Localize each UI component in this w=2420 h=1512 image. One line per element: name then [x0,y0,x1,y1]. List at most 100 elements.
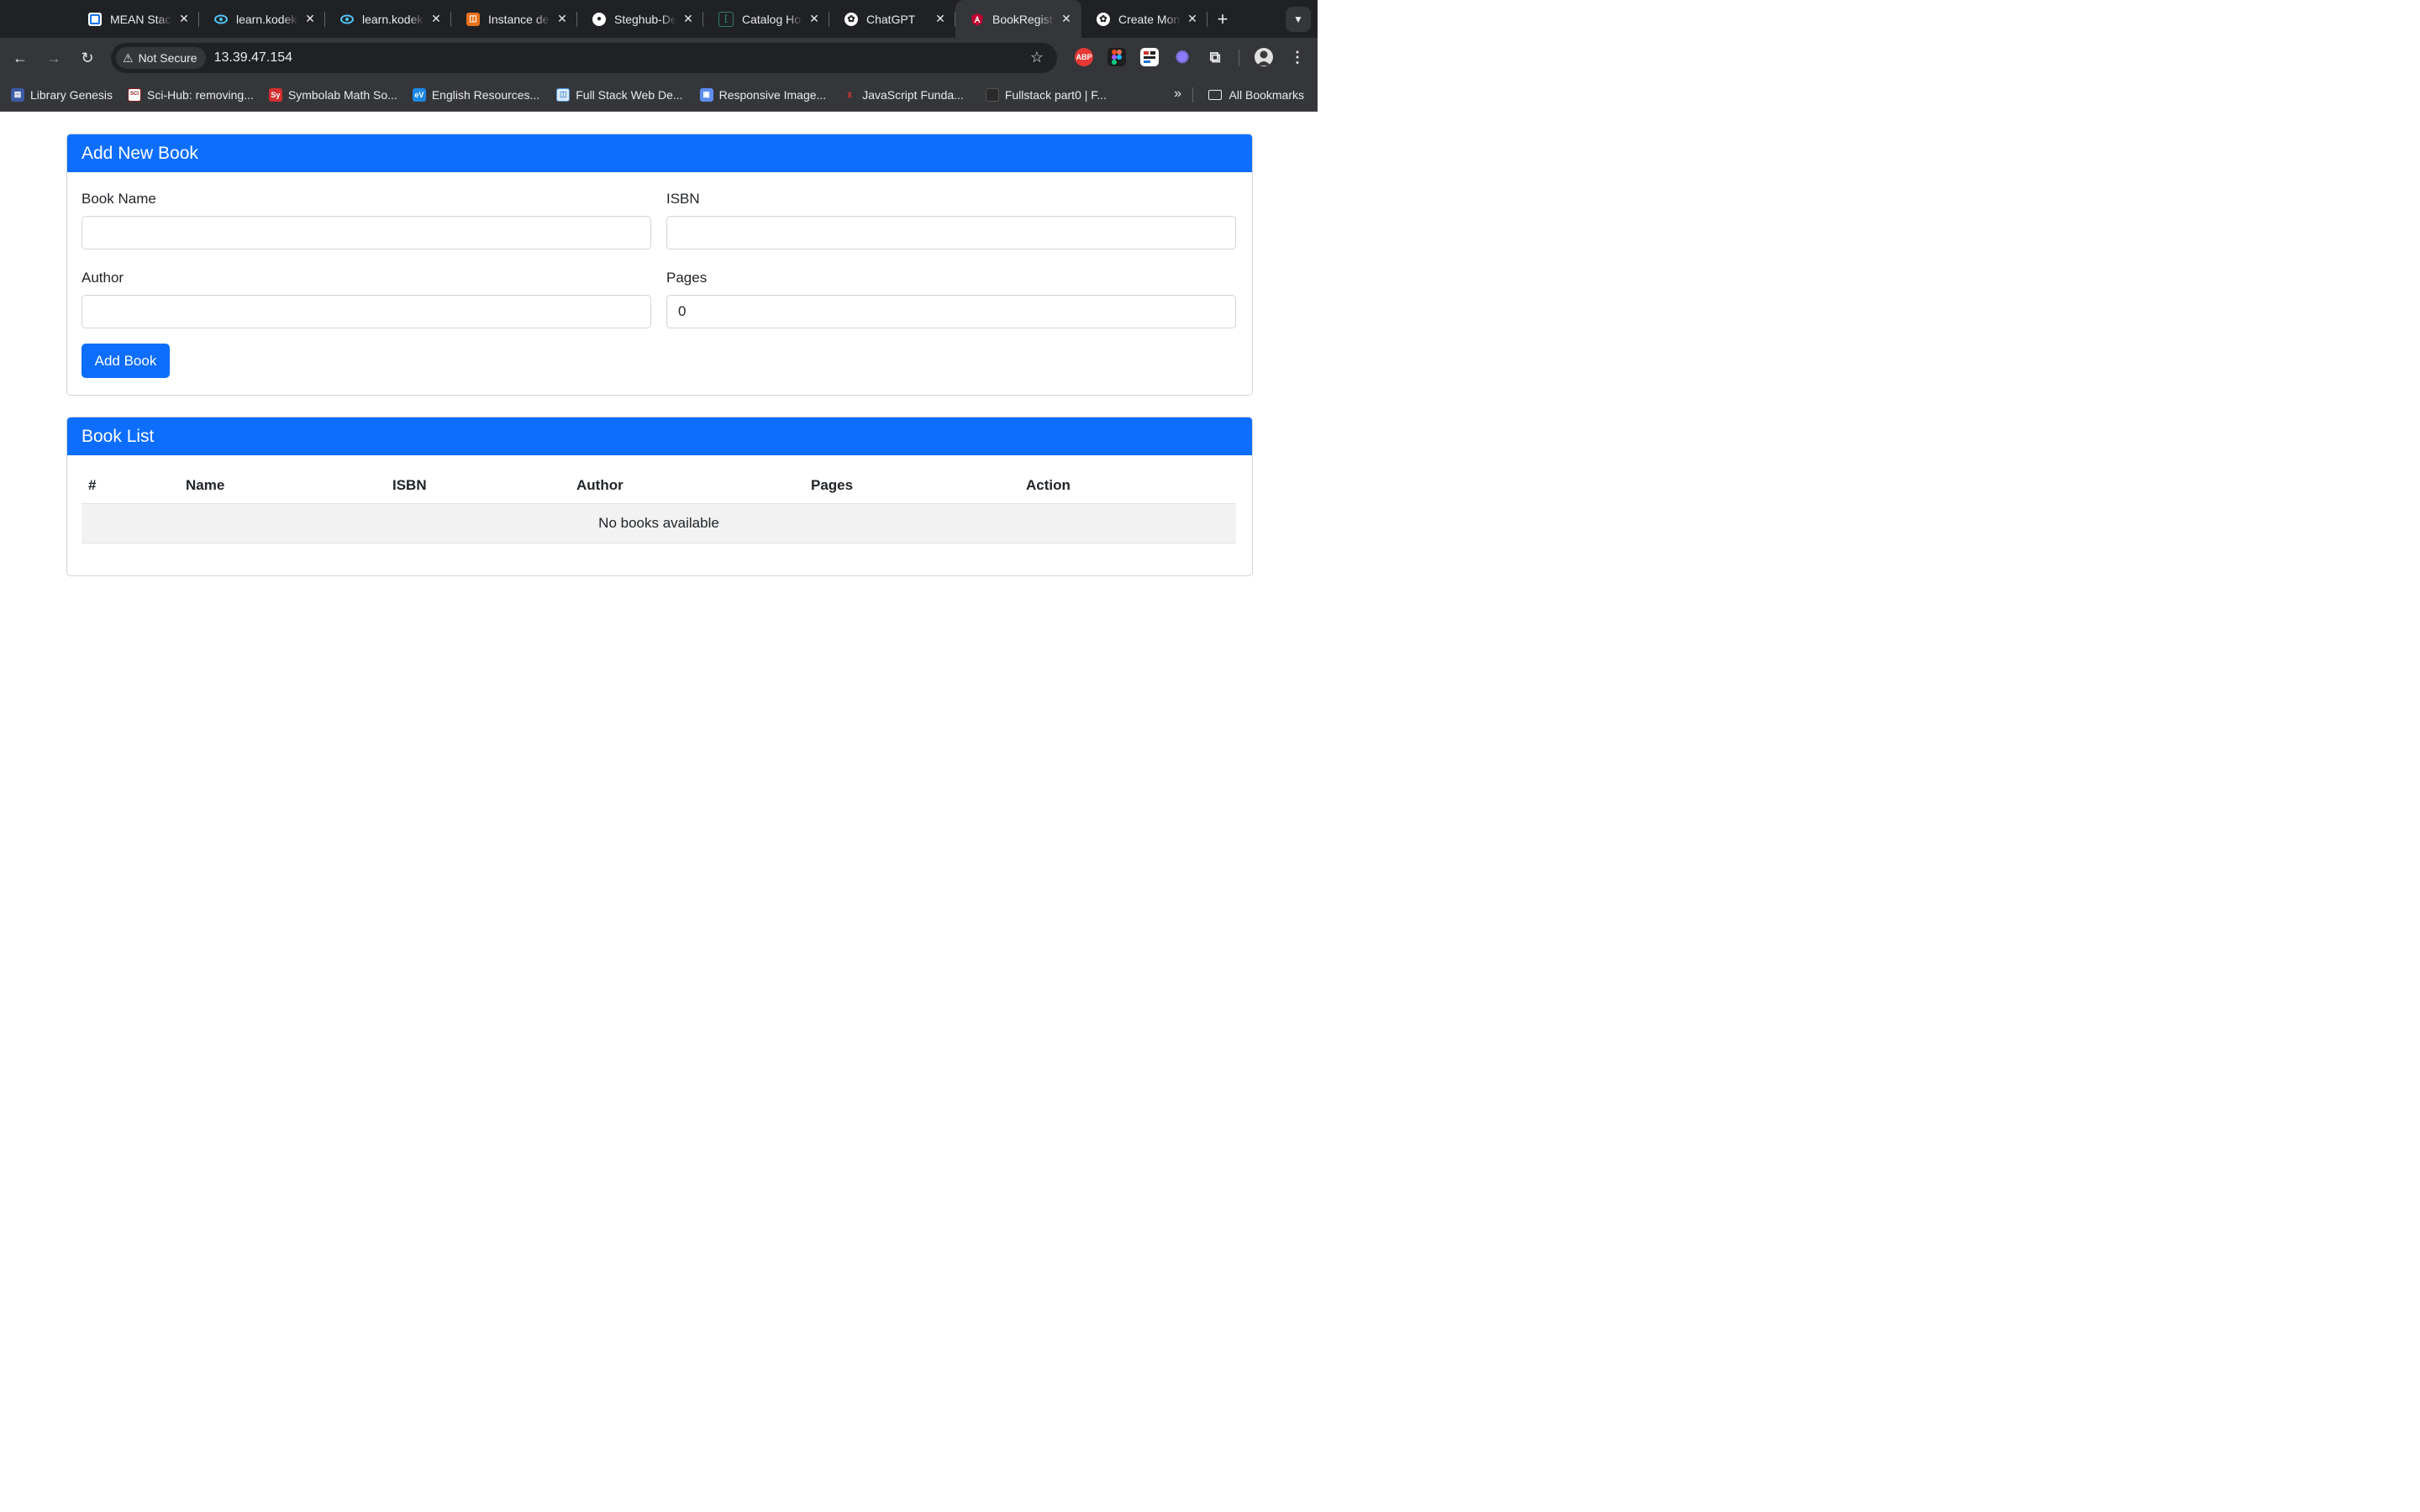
browser-window: MEAN Stack ✕ learn.kodekloud ✕ learn.kod… [0,0,1318,823]
tab-kodekloud-2[interactable]: learn.kodekloud ✕ [325,0,451,38]
openai-icon: ✿ [1097,12,1110,26]
english-resources-icon: eV [412,87,426,102]
bookmark-label: Symbolab Math So... [287,87,397,102]
responsive-image-icon: ▣ [699,87,713,102]
cloud-eye-icon [340,13,354,26]
add-book-button[interactable]: Add Book [82,344,170,378]
gear-icon: ✺ [1175,48,1190,67]
adblock-label: ABP [1076,53,1092,61]
book-name-label: Book Name [82,191,156,207]
bookmark-responsive-image[interactable]: ▣ Responsive Image... [699,78,827,112]
address-bar[interactable]: ⚠ Not Secure 13.39.47.154 ☆ [111,43,1057,73]
adblock-extension-icon[interactable]: ABP [1075,48,1093,66]
back-button[interactable]: ← [5,43,35,73]
column-header-action: Action [1026,467,1236,504]
angular-icon [971,13,984,26]
reload-icon: ↻ [81,49,94,66]
bookmarks-divider [1192,87,1193,102]
bookmark-symbolab[interactable]: Sy Symbolab Math So... [268,78,397,112]
javascript-icon: ᵡ [847,87,852,102]
close-icon[interactable]: ✕ [681,12,695,26]
arrow-left-icon: ← [13,49,28,66]
bookmark-library-genesis[interactable]: ▤ Library Genesis [11,78,113,112]
cloud-eye-icon [214,13,228,26]
table-header-row: # Name ISBN Author Pages Action [82,467,1236,504]
tab-chatgpt[interactable]: ✿ ChatGPT ✕ [829,0,955,38]
tab-mean-stack[interactable]: MEAN Stack ✕ [73,0,199,38]
close-icon[interactable]: ✕ [808,12,821,26]
tab-bookregister[interactable]: BookRegister ✕ [955,0,1081,38]
grid-extension-icon[interactable] [1140,48,1159,66]
bookmark-star-icon[interactable]: ☆ [1030,49,1044,66]
puzzle-icon: ⧉ [1209,48,1221,66]
bookmark-javascript[interactable]: ᵡ JavaScript Funda... [843,78,964,112]
full-stack-icon: ◫ [556,87,571,102]
figma-extension-icon[interactable] [1107,48,1126,66]
tab-title: learn.kodekloud [362,12,424,26]
new-tab-button[interactable]: + [1207,0,1238,38]
tab-title: Instance details [488,12,550,26]
table-row: No books available [82,503,1236,543]
close-icon[interactable]: ✕ [303,12,317,26]
bookmark-label: Full Stack Web De... [576,87,683,102]
bookmark-label: Responsive Image... [718,87,827,102]
column-header-author: Author [576,467,811,504]
bookmarks-bar: ▤ Library Genesis SCI Sci-Hub: removing.… [0,78,1318,112]
book-table: # Name ISBN Author Pages Action No books… [82,467,1236,543]
column-header-isbn: ISBN [392,467,576,504]
book-name-input[interactable] [82,216,651,249]
close-icon[interactable]: ✕ [1060,12,1073,26]
kebab-menu-icon[interactable]: ⋮ [1288,48,1307,66]
tab-title: ChatGPT [866,12,916,26]
bookmark-label: English Resources... [431,87,540,102]
book-list-header: Book List [67,417,1252,455]
isbn-input[interactable] [666,216,1236,249]
tab-kodekloud-1[interactable]: learn.kodekloud ✕ [199,0,325,38]
github-icon: ● [592,12,606,26]
book-list-card: Book List # Name ISBN Author Pages Actio… [66,417,1253,576]
author-input[interactable] [82,295,651,328]
tab-strip: MEAN Stack ✕ learn.kodekloud ✕ learn.kod… [0,0,1318,38]
tab-title: Catalog Home [742,12,802,26]
close-icon[interactable]: ✕ [429,12,443,26]
column-header-index: # [82,467,186,504]
bookmark-label: Library Genesis [30,87,113,102]
bookmark-fullstack-part0[interactable]: Fullstack part0 | F... [985,78,1107,112]
symbolab-icon: Sy [268,87,282,102]
tab-search-button[interactable]: ▼ [1286,7,1311,32]
bookmark-sci-hub[interactable]: SCI Sci-Hub: removing... [128,78,254,112]
gear-extension-icon[interactable]: ✺ [1173,48,1192,67]
bookmark-label: Fullstack part0 | F... [1004,87,1107,102]
tab-create-mon[interactable]: ✿ Create Mon ✕ [1081,0,1207,38]
tab-title: learn.kodekloud [236,12,298,26]
fullstack-part0-icon [985,87,999,102]
all-bookmarks-button[interactable]: All Bookmarks [1207,78,1304,112]
aws-icon: ◫ [466,12,480,26]
tab-instance-details[interactable]: ◫ Instance details ✕ [451,0,577,38]
profile-avatar[interactable] [1255,48,1273,66]
bookmark-english-resources[interactable]: eV English Resources... [412,78,540,112]
tab-catalog-home[interactable]: [ Catalog Home ✕ [703,0,829,38]
warning-triangle-icon: ⚠ [123,50,134,65]
close-icon[interactable]: ✕ [555,12,569,26]
reload-button[interactable]: ↻ [72,43,103,73]
author-label: Author [82,270,124,286]
extensions-puzzle-icon[interactable]: ⧉ [1206,48,1224,66]
close-icon[interactable]: ✕ [934,12,947,26]
forward-button[interactable]: → [39,43,69,73]
tab-title: Create Mon [1118,12,1181,26]
empty-message: No books available [82,503,1236,543]
folder-icon [1207,90,1222,100]
tab-steghub[interactable]: ● Steghub-DevOps ✕ [577,0,703,38]
column-header-name: Name [186,467,392,504]
column-header-pages: Pages [811,467,1026,504]
chevron-double-right-icon[interactable]: » [1174,87,1181,102]
kodekloud-logo-icon [88,12,102,26]
tab-title: BookRegister [992,12,1055,26]
close-icon[interactable]: ✕ [177,12,191,26]
pages-input[interactable] [666,295,1236,328]
bookmark-full-stack[interactable]: ◫ Full Stack Web De... [556,78,683,112]
library-genesis-icon: ▤ [11,87,24,102]
security-chip[interactable]: ⚠ Not Secure [116,47,206,69]
close-icon[interactable]: ✕ [1186,12,1199,26]
